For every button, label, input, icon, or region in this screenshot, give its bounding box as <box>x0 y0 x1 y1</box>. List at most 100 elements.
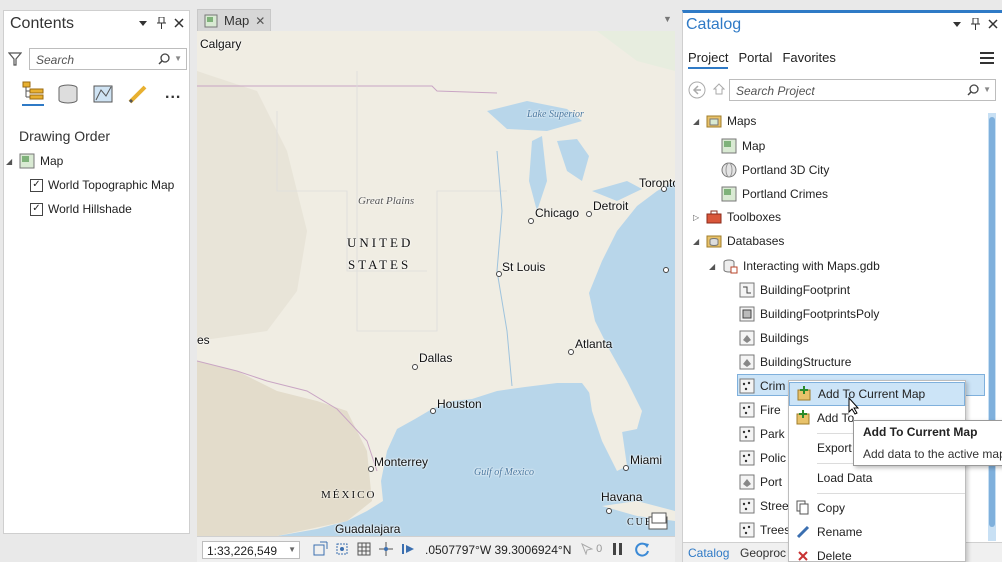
pin-icon[interactable] <box>156 17 166 29</box>
catalog-tabs: Project Portal Favorites <box>688 50 836 69</box>
catalog-pane-controls <box>952 18 998 30</box>
tab-catalog[interactable]: Catalog <box>688 546 729 560</box>
tree-item-scene[interactable]: Portland 3D City <box>721 162 829 178</box>
tree-label: Port <box>760 475 783 489</box>
tree-item-feature-class[interactable]: Fire <box>739 402 781 418</box>
tree-label: BuildingFootprint <box>760 283 851 297</box>
expand-caret-icon[interactable]: ◢ <box>693 237 701 246</box>
map-icon <box>721 138 737 154</box>
tree-item-feature-class[interactable]: Port <box>739 474 782 490</box>
chevron-down-icon[interactable]: ▼ <box>663 14 672 24</box>
contents-toolbar: ... <box>22 81 181 106</box>
tree-item-gdb[interactable]: ◢ Interacting with Maps.gdb <box>709 258 880 274</box>
tree-item-feature-class[interactable]: Buildings <box>739 330 809 346</box>
catalog-search-input[interactable]: Search Project ▼ <box>729 79 996 101</box>
menu-item-load-data[interactable]: Load Data <box>789 466 965 490</box>
point-feature-class-icon <box>739 498 755 514</box>
layer-checkbox[interactable]: ✓ <box>30 178 43 192</box>
tab-portal[interactable]: Portal <box>738 50 772 69</box>
tab-map[interactable]: Map ✕ <box>197 9 271 31</box>
menu-item-rename[interactable]: Rename <box>789 520 965 544</box>
tab-geoprocessing[interactable]: Geoproc <box>740 546 786 560</box>
tree-item-feature-class[interactable]: Stree <box>739 498 789 514</box>
point-feature-class-icon <box>739 426 755 442</box>
city-marker <box>663 267 669 273</box>
tree-item-databases[interactable]: ◢ Databases <box>693 234 784 248</box>
tree-item-feature-class[interactable]: Trees <box>739 522 790 538</box>
tree-label: BuildingStructure <box>760 355 852 369</box>
back-icon[interactable] <box>688 81 706 99</box>
list-by-editing-icon[interactable] <box>127 84 149 104</box>
layer-row[interactable]: ✓ World Topographic Map <box>30 178 174 192</box>
close-icon[interactable] <box>988 18 998 30</box>
drawing-order-heading: Drawing Order <box>19 128 111 144</box>
snapping-icon[interactable] <box>378 541 394 557</box>
menu-item-delete[interactable]: Delete <box>789 544 965 562</box>
map-label-dallas: Dallas <box>419 351 453 365</box>
map-canvas[interactable]: Calgary Lake Superior Great Plains UNITE… <box>197 31 675 536</box>
expand-caret-icon[interactable]: ◢ <box>693 117 701 126</box>
pin-icon[interactable] <box>970 18 980 30</box>
map-label-great-plains: Great Plains <box>358 195 415 207</box>
navigator-icon[interactable] <box>400 541 416 557</box>
city-marker <box>568 349 574 355</box>
more-options-icon[interactable]: ... <box>165 85 181 103</box>
tree-item-feature-class[interactable]: Polic <box>739 450 786 466</box>
tree-label: Portland 3D City <box>742 163 830 177</box>
expand-caret-icon[interactable]: ◢ <box>6 157 14 166</box>
tree-item-toolboxes[interactable]: ▷ Toolboxes <box>693 210 781 224</box>
list-by-selection-icon[interactable] <box>92 84 114 104</box>
tab-favorites[interactable]: Favorites <box>782 50 835 69</box>
hamburger-menu-icon[interactable] <box>980 52 994 64</box>
map-label-miami: Miami <box>630 453 662 467</box>
search-icon[interactable] <box>158 53 170 65</box>
vertical-scrollbar[interactable] <box>988 113 996 541</box>
tree-item-map[interactable]: Map <box>721 138 765 154</box>
pause-icon[interactable] <box>612 542 624 556</box>
close-tab-icon[interactable]: ✕ <box>255 14 265 28</box>
contents-search-input[interactable]: Search ▼ <box>29 48 187 70</box>
expand-caret-icon[interactable]: ◢ <box>709 262 717 271</box>
tree-item-feature-class[interactable]: Park <box>739 426 785 442</box>
tree-item-map[interactable]: Portland Crimes <box>721 186 828 202</box>
search-icon[interactable] <box>967 84 979 96</box>
layer-checkbox[interactable]: ✓ <box>30 202 43 216</box>
layer-row[interactable]: ✓ World Hillshade <box>30 202 132 216</box>
refresh-icon[interactable] <box>634 541 650 557</box>
pane-menu-icon[interactable] <box>138 17 148 29</box>
filter-icon[interactable] <box>8 51 22 67</box>
fixed-zoom-icon[interactable] <box>334 541 350 557</box>
menu-item-label: Rename <box>817 525 863 539</box>
tree-label: Fire <box>760 403 781 417</box>
layer-list-icon[interactable] <box>647 511 669 531</box>
scale-selector[interactable]: 1:33,226,549 ▼ <box>202 541 300 559</box>
chevron-down-icon[interactable]: ▼ <box>174 54 182 63</box>
layer-label: World Topographic Map <box>48 178 175 192</box>
city-marker <box>586 211 592 217</box>
tree-item-feature-class[interactable]: Crim <box>739 378 785 394</box>
chevron-down-icon[interactable]: ▼ <box>983 85 991 94</box>
home-icon[interactable] <box>713 83 725 95</box>
collapse-caret-icon[interactable]: ▷ <box>693 213 701 222</box>
grid-icon[interactable] <box>356 541 372 557</box>
chevron-down-icon[interactable]: ▼ <box>288 545 296 554</box>
tree-item-feature-class[interactable]: BuildingFootprint <box>739 282 850 298</box>
tab-project[interactable]: Project <box>688 50 729 69</box>
menu-item-add-to-current-map[interactable]: Add To Current Map <box>789 382 965 406</box>
close-icon[interactable] <box>174 17 184 29</box>
tree-item-maps[interactable]: ◢ Maps <box>693 114 756 128</box>
polygon-feature-class-icon <box>739 306 755 322</box>
map-tree-item[interactable]: ◢ Map <box>6 153 63 169</box>
point-feature-class-icon <box>739 450 755 466</box>
map-label-united: UNITED <box>347 235 414 250</box>
list-by-source-icon[interactable] <box>57 84 79 104</box>
pane-menu-icon[interactable] <box>952 18 962 30</box>
list-by-drawing-order-icon[interactable] <box>22 81 44 106</box>
search-placeholder: Search Project <box>736 84 815 98</box>
tree-item-feature-class[interactable]: BuildingFootprintsPoly <box>739 306 879 322</box>
menu-item-copy[interactable]: Copy <box>789 496 965 520</box>
full-extent-icon[interactable] <box>312 541 328 557</box>
selection-count[interactable]: 0 <box>581 543 602 556</box>
tree-item-feature-class[interactable]: BuildingStructure <box>739 354 851 370</box>
multipatch-feature-class-icon <box>739 474 755 490</box>
